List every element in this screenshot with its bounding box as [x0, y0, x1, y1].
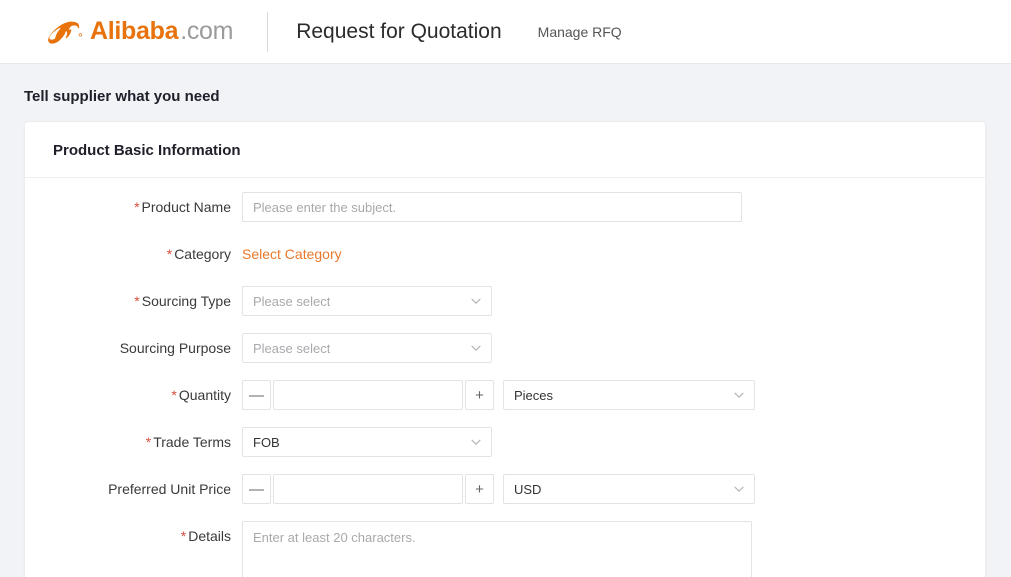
product-name-input[interactable] [242, 192, 742, 222]
control-product-name [242, 192, 742, 222]
label-text: Sourcing Type [141, 293, 231, 309]
label-product-name: * Product Name [25, 192, 242, 222]
header-divider [267, 11, 269, 52]
control-details [242, 521, 752, 577]
form-row-details: * Details [25, 521, 985, 577]
currency-select[interactable]: USD [503, 474, 755, 504]
label-sourcing-type: * Sourcing Type [25, 286, 242, 316]
sourcing-type-select[interactable]: Please select [242, 286, 492, 316]
label-text: Quantity [178, 387, 231, 403]
label-text: Sourcing Purpose [119, 340, 231, 356]
chevron-down-icon [471, 439, 481, 445]
form-row-trade-terms: * Trade Terms FOB [25, 427, 985, 457]
section-heading: Tell supplier what you need [24, 88, 220, 105]
quantity-increment-button[interactable]: + [465, 380, 494, 410]
form-row-quantity: * Quantity — + Pieces [25, 380, 985, 410]
control-trade-terms: FOB [242, 427, 492, 457]
control-quantity: — + Pieces [242, 380, 755, 410]
control-category: Select Category [242, 239, 342, 269]
trade-terms-value: FOB [253, 434, 280, 450]
required-asterisk: * [180, 528, 187, 544]
form-row-category: * Category Select Category [25, 239, 985, 269]
form-row-product-name: * Product Name [25, 192, 985, 222]
unit-price-stepper: — + [242, 474, 494, 504]
form-body: *Product Name *Category Select Category … [25, 178, 985, 577]
chevron-down-icon [734, 486, 744, 492]
details-textarea[interactable] [242, 521, 752, 577]
currency-value: USD [514, 481, 542, 497]
form-row-preferred-unit-price: Preferred Unit Price — + USD [25, 474, 985, 504]
required-asterisk: * [134, 199, 140, 215]
select-category-link[interactable]: Select Category [242, 239, 342, 269]
label-text: Details [188, 528, 231, 544]
required-asterisk: * [134, 293, 140, 309]
quantity-input[interactable] [273, 380, 463, 410]
control-preferred-unit-price: — + USD [242, 474, 755, 504]
unit-price-decrement-button[interactable]: — [242, 474, 271, 504]
label-text: Trade Terms [153, 434, 231, 450]
alibaba-swirl-icon [48, 21, 82, 44]
page-body: Tell supplier what you need Product Basi… [0, 64, 1011, 577]
page-title: Request for Quotation [296, 19, 502, 43]
sourcing-purpose-select[interactable]: Please select [242, 333, 492, 363]
control-sourcing-purpose: Please select [242, 333, 492, 363]
logo-tld-text: .com [180, 17, 234, 45]
quantity-decrement-button[interactable]: — [242, 380, 271, 410]
quantity-unit-value: Pieces [514, 387, 554, 403]
unit-price-input[interactable] [273, 474, 463, 504]
manage-rfq-link[interactable]: Manage RFQ [538, 24, 622, 40]
sourcing-type-value: Please select [253, 293, 331, 309]
unit-price-increment-button[interactable]: + [465, 474, 494, 504]
label-sourcing-purpose: Sourcing Purpose [25, 333, 242, 363]
label-details: * Details [25, 521, 242, 551]
quantity-unit-select[interactable]: Pieces [503, 380, 755, 410]
chevron-down-icon [471, 298, 481, 304]
label-category: * Category [25, 239, 242, 269]
required-asterisk: * [166, 246, 173, 262]
chevron-down-icon [471, 345, 481, 351]
required-asterisk: * [145, 434, 152, 450]
alibaba-logo[interactable]: Alibaba .com [44, 17, 233, 47]
product-basic-information-card: Product Basic Information * Product Name … [24, 121, 986, 577]
form-row-sourcing-purpose: Sourcing Purpose Please select [25, 333, 985, 363]
label-preferred-unit-price: Preferred Unit Price [25, 474, 242, 504]
label-text: Product Name [141, 199, 231, 215]
chevron-down-icon [734, 392, 744, 398]
logo-brand-text: Alibaba [90, 17, 179, 45]
control-sourcing-type: Please select [242, 286, 492, 316]
sourcing-purpose-value: Please select [253, 340, 331, 356]
required-asterisk: * [171, 387, 177, 403]
trade-terms-select[interactable]: FOB [242, 427, 492, 457]
form-row-sourcing-type: * Sourcing Type Please select [25, 286, 985, 316]
top-header-bar: Alibaba .com Request for Quotation Manage… [0, 0, 1011, 64]
card-title: Product Basic Information [25, 122, 985, 178]
label-trade-terms: * Trade Terms [25, 427, 242, 457]
quantity-stepper: — + [242, 380, 494, 410]
label-quantity: * Quantity [25, 380, 242, 410]
label-text: Preferred Unit Price [108, 481, 231, 497]
label-text: Category [174, 246, 231, 262]
